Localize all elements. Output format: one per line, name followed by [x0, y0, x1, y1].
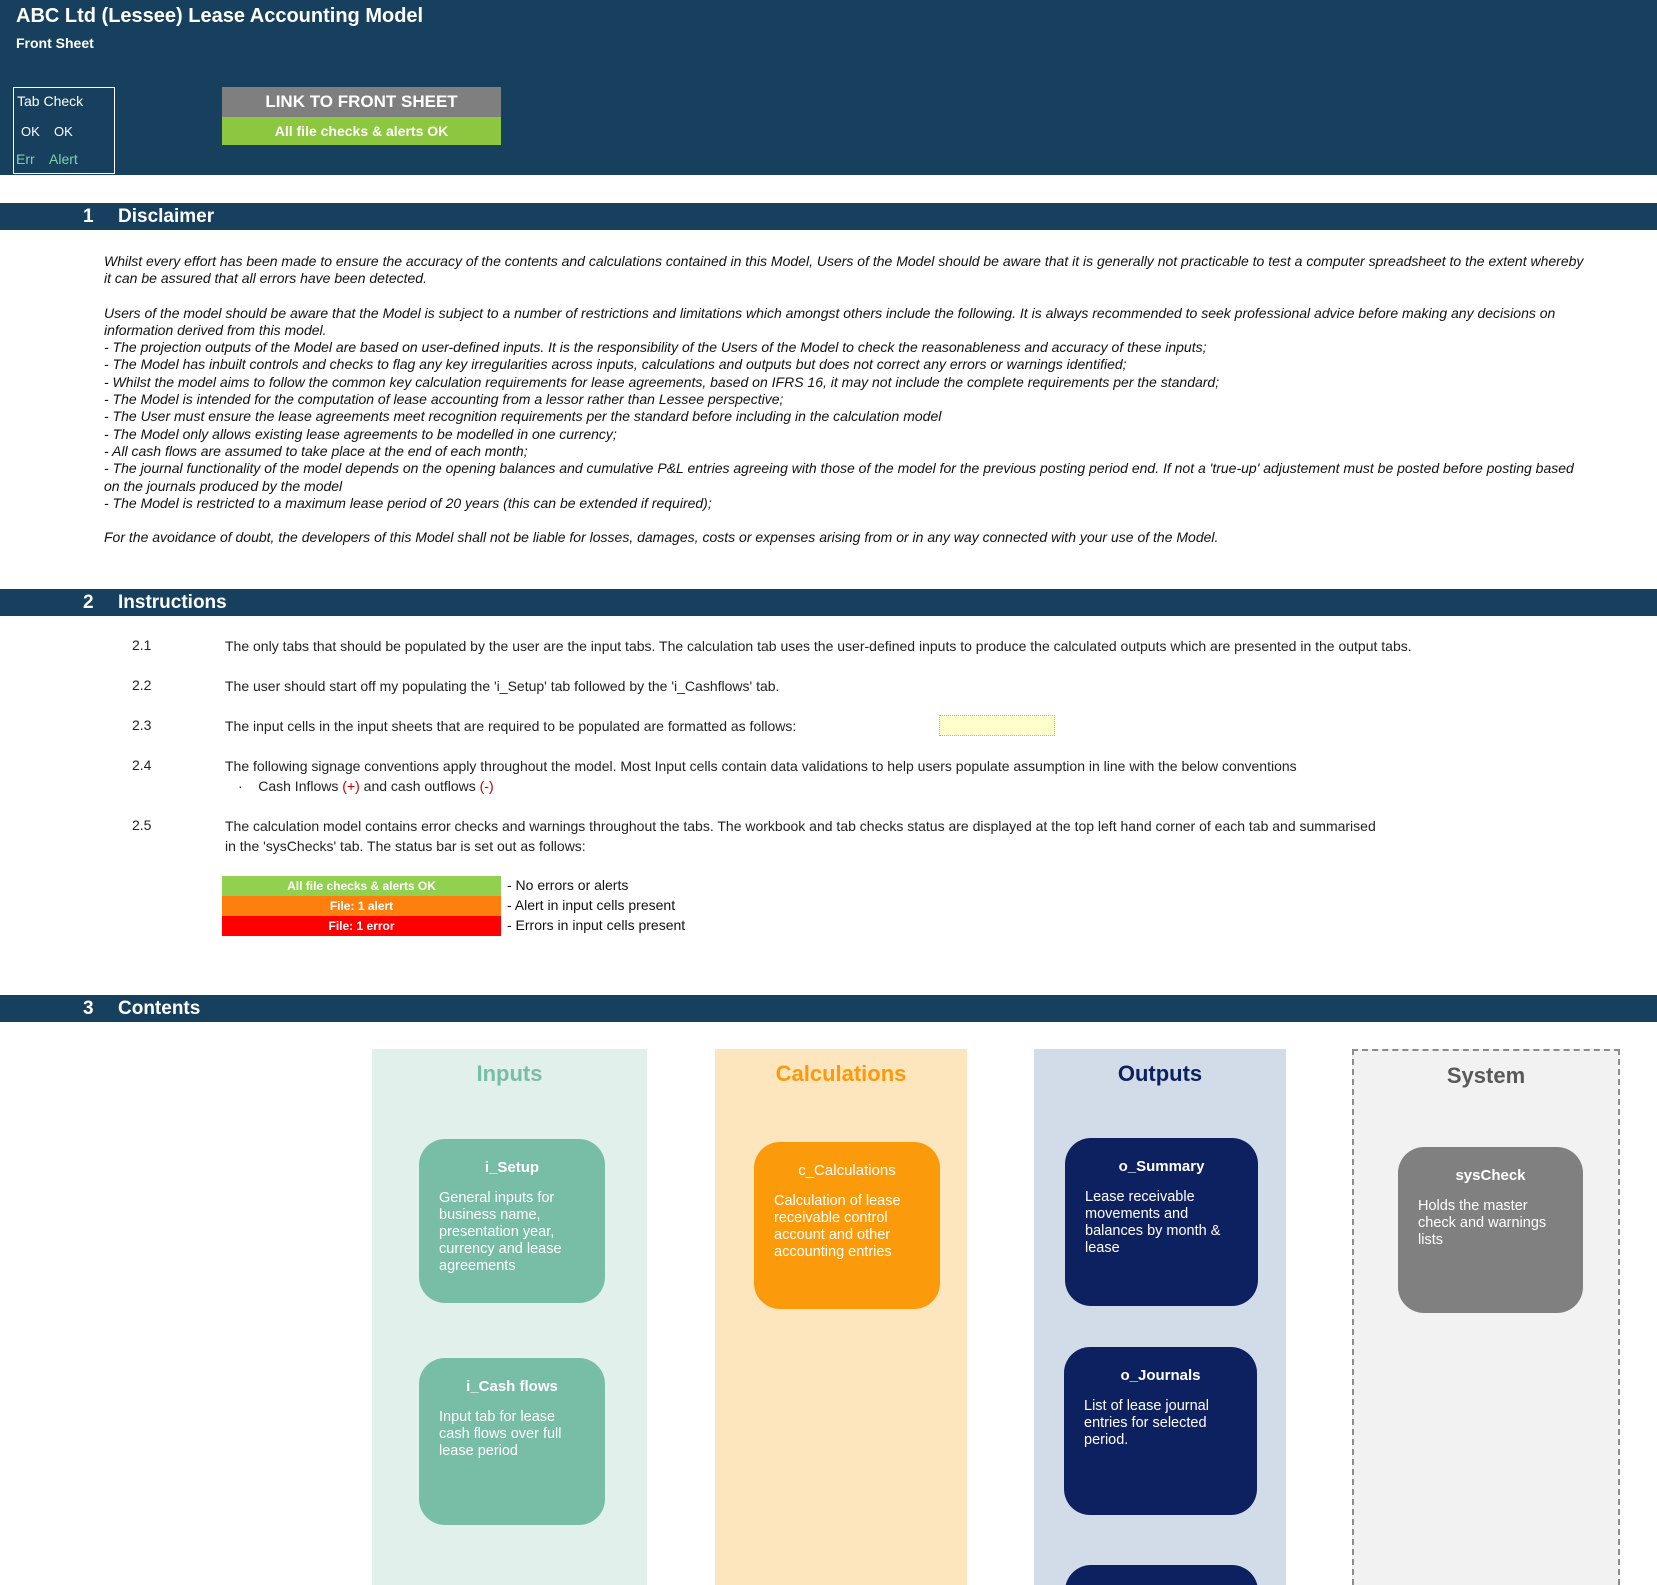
disclaimer-bullet: - The projection outputs of the Model ar…	[104, 339, 1207, 356]
instruction-text: The calculation model contains error che…	[225, 818, 1376, 834]
disclaimer-bullet: - The Model is intended for the computat…	[104, 391, 784, 408]
disclaimer-paragraph: For the avoidance of doubt, the develope…	[104, 529, 1219, 546]
legend-bar-alert: File: 1 alert	[222, 896, 501, 916]
disclaimer-bullet: - Whilst the model aims to follow the co…	[104, 373, 1220, 390]
disclaimer-bullet: - The journal functionality of the model…	[104, 460, 1574, 494]
outputs-column-title: Outputs	[1117, 1061, 1203, 1086]
c-calculations-card[interactable]: c_Calculations Calculation of lease rece…	[754, 1142, 940, 1309]
card-description: Lease receivable movements and balances …	[1085, 1189, 1221, 1256]
card-title: i_Setup	[484, 1159, 540, 1176]
tab-check-ok-1: OK	[21, 124, 40, 139]
instruction-number: 2.5	[132, 817, 152, 833]
instruction-text: The only tabs that should be populated b…	[225, 638, 1412, 654]
disclaimer-text: Whilst every effort has been made to ens…	[104, 253, 1584, 546]
legend-bar-error: File: 1 error	[222, 916, 501, 936]
i-cash-flows-card[interactable]: i_Cash flows Input tab for lease cash fl…	[419, 1358, 605, 1525]
legend-bar-ok: All file checks & alerts OK	[222, 876, 501, 896]
card-title: o_Summary	[1118, 1158, 1205, 1175]
card-description: Input tab for lease cash flows over full…	[439, 1409, 562, 1459]
instruction-text: The input cells in the input sheets that…	[225, 718, 797, 734]
sign-text: and cash outflows	[359, 778, 480, 794]
instruction-text: The user should start off my populating …	[225, 678, 780, 694]
disclaimer-paragraph: Whilst every effort has been made to ens…	[104, 253, 1584, 287]
card-description: Holds the master check and warnings list…	[1418, 1198, 1547, 1248]
section-bar-contents: 3 Contents	[0, 995, 1657, 1022]
section-bar-disclaimer: 1 Disclaimer	[0, 203, 1657, 230]
instruction-number: 2.2	[132, 677, 152, 693]
card-title: i_Cash flows	[466, 1378, 558, 1395]
app-title: ABC Ltd (Lessee) Lease Accounting Model	[16, 5, 424, 27]
instruction-number: 2.4	[132, 757, 152, 773]
sheet-subtitle: Front Sheet	[16, 35, 94, 51]
sign-minus: (-)	[479, 778, 494, 794]
instruction-number: 2.3	[132, 717, 152, 733]
disclaimer-bullet: - The Model only allows existing lease a…	[104, 425, 617, 442]
disclaimer-paragraph: Users of the model should be aware that …	[104, 304, 1556, 338]
calculations-column-title: Calculations	[775, 1061, 907, 1086]
tab-check-title: Tab Check	[17, 93, 84, 109]
section-title: Instructions	[118, 592, 227, 613]
legend-description: - No errors or alerts	[507, 877, 629, 893]
outputs-column: Outputs o_Summary Lease receivable movem…	[1034, 1049, 1286, 1585]
inputs-column: Inputs i_Setup General inputs for busine…	[372, 1049, 647, 1585]
sign-plus: (+)	[342, 778, 360, 794]
signage-convention: · Cash Inflows (+) and cash outflows (-)	[238, 776, 494, 796]
file-status-bar: All file checks & alerts OK	[222, 117, 501, 145]
section-number: 3	[83, 998, 94, 1019]
legend-description: - Alert in input cells present	[507, 897, 676, 913]
system-column-title: System	[1446, 1063, 1526, 1088]
input-cell-format-sample	[939, 715, 1055, 736]
tab-check-ok-2: OK	[54, 124, 73, 139]
card-description: Calculation of lease receivable control …	[774, 1193, 901, 1260]
system-column: System sysCheck Holds the master check a…	[1352, 1049, 1620, 1585]
card-description: List of lease journal entries for select…	[1084, 1398, 1209, 1448]
instruction-text: in the 'sysChecks' tab. The status bar i…	[225, 838, 586, 854]
card-title: c_Calculations	[798, 1162, 896, 1179]
instruction-number: 2.1	[132, 637, 152, 653]
i-setup-card[interactable]: i_Setup General inputs for business name…	[419, 1139, 605, 1303]
calculations-column: Calculations c_Calculations Calculation …	[715, 1049, 967, 1585]
inputs-column-title: Inputs	[476, 1061, 543, 1086]
sign-text: Cash Inflows	[258, 778, 343, 794]
section-title: Contents	[118, 998, 201, 1019]
output-card-partial[interactable]	[1065, 1565, 1258, 1585]
disclaimer-bullet: - The Model is restricted to a maximum l…	[104, 494, 712, 511]
card-title: sysCheck	[1455, 1167, 1526, 1184]
card-description: General inputs for business name, presen…	[439, 1190, 562, 1274]
link-to-front-sheet-button[interactable]: LINK TO FRONT SHEET	[222, 87, 501, 117]
o-journals-card[interactable]: o_Journals List of lease journal entries…	[1064, 1347, 1257, 1515]
o-summary-card[interactable]: o_Summary Lease receivable movements and…	[1065, 1138, 1258, 1306]
instruction-text: The following signage conventions apply …	[225, 758, 1297, 774]
section-title: Disclaimer	[118, 206, 215, 227]
section-number: 2	[83, 592, 94, 613]
syscheck-card[interactable]: sysCheck Holds the master check and warn…	[1398, 1147, 1583, 1313]
section-number: 1	[83, 206, 94, 227]
section-bar-instructions: 2 Instructions	[0, 589, 1657, 616]
disclaimer-bullet: - The Model has inbuilt controls and che…	[104, 356, 1127, 373]
legend-description: - Errors in input cells present	[507, 917, 686, 933]
bullet: ·	[238, 778, 243, 794]
tab-check-err: Err	[16, 151, 35, 167]
tab-check-alert: Alert	[49, 151, 78, 167]
disclaimer-bullet: - All cash flows are assumed to take pla…	[104, 442, 528, 459]
disclaimer-bullet: - The User must ensure the lease agreeme…	[104, 408, 942, 425]
card-title: o_Journals	[1120, 1367, 1201, 1384]
